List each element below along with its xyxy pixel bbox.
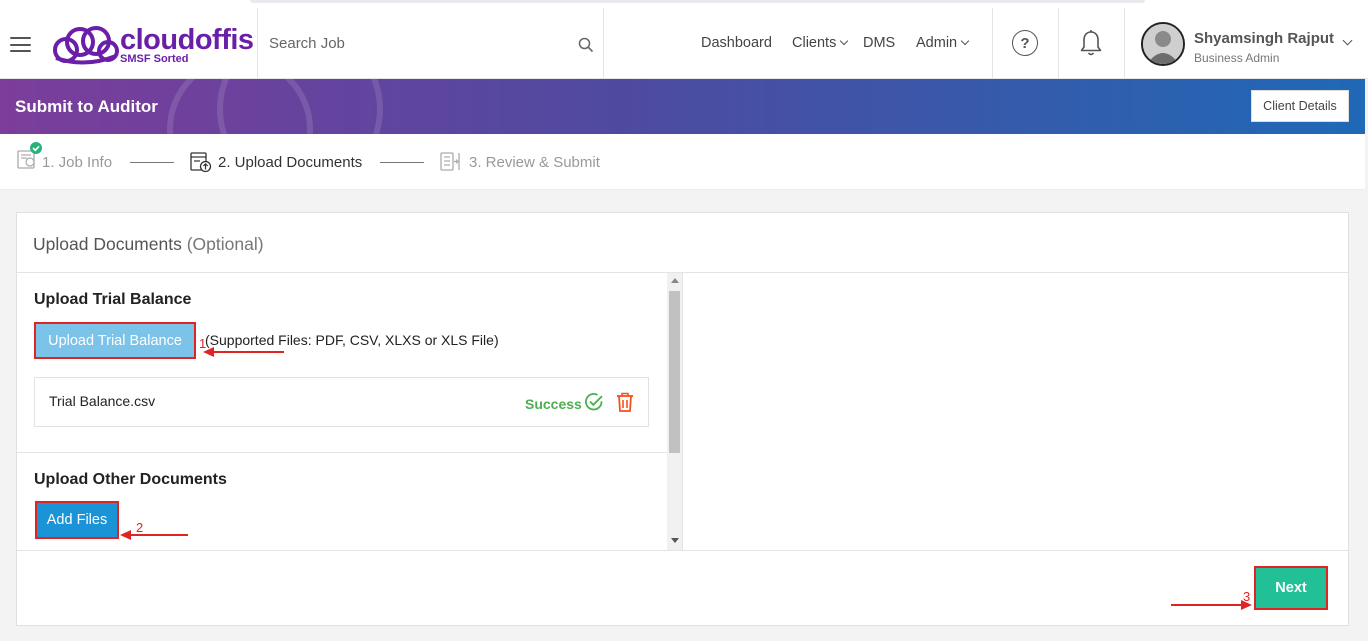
annotation-number-1: 1	[199, 336, 207, 351]
annotation-arrow-2	[120, 530, 188, 540]
annotation-arrows	[120, 347, 1252, 610]
annotation-arrow-1	[203, 347, 284, 357]
annotation-arrow-3	[1171, 600, 1252, 610]
annotation-number-2: 2	[136, 520, 144, 535]
annotation-number-3: 3	[1243, 589, 1251, 604]
